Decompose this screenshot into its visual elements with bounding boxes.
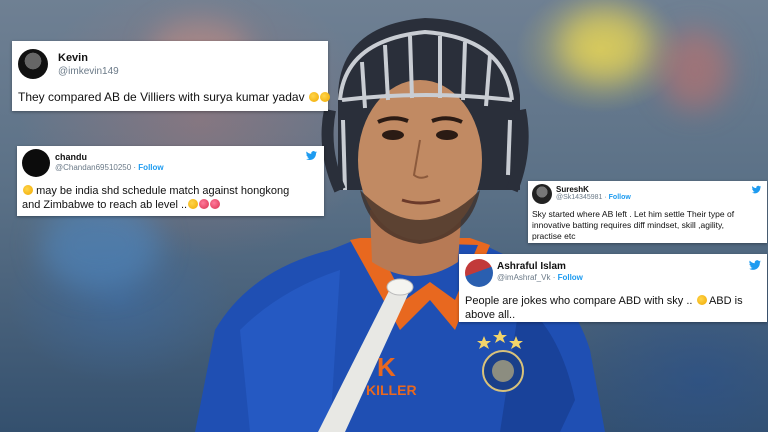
crying-emoji-icon xyxy=(210,199,221,209)
tweet-author-name[interactable]: Ashraful Islam xyxy=(497,261,566,272)
laughing-emoji-icon xyxy=(23,185,33,195)
avatar[interactable] xyxy=(22,149,50,177)
tweet-card-ashraful: Ashraful Islam @imAshraf_Vk · Follow Peo… xyxy=(459,254,767,322)
twitter-bird-icon[interactable] xyxy=(305,149,318,162)
tweet-author-name[interactable]: Kevin xyxy=(58,52,88,64)
tweet-author-handle: @imAshraf_Vk · Follow xyxy=(497,273,583,282)
tweet-text-line: innovative batting requires diff mindset… xyxy=(532,220,724,230)
tweet-text-line: above all.. xyxy=(465,309,516,321)
tweet-card-kevin: Kevin @imkevin149 They compared AB de Vi… xyxy=(12,41,330,111)
tweet-card-chandu: chandu @Chandan69510250 · Follow may be … xyxy=(17,146,324,216)
tweet-author-handle[interactable]: @imkevin149 xyxy=(58,66,119,77)
sponsor-mark: K xyxy=(377,352,396,382)
tweet-text: They compared AB de Villiers with surya … xyxy=(18,90,330,104)
tweet-text-content: People are jokes who compare ABD with sk… xyxy=(465,295,693,307)
avatar[interactable] xyxy=(18,49,48,79)
twitter-bird-icon[interactable] xyxy=(748,258,762,272)
tweet-text-line: Sky started where AB left . Let him sett… xyxy=(532,209,735,219)
tweet-text-line: practise etc xyxy=(532,231,576,241)
tweet-text: Sky started where AB left . Let him sett… xyxy=(532,209,734,242)
laughing-emoji-icon xyxy=(308,92,319,102)
laughing-emoji-icon xyxy=(696,295,707,305)
crying-emoji-icon xyxy=(199,199,210,209)
laughing-emoji-icon xyxy=(319,92,330,102)
handle-text[interactable]: @Chandan69510250 xyxy=(55,163,131,172)
follow-link[interactable]: Follow xyxy=(558,273,583,282)
avatar[interactable] xyxy=(465,259,493,287)
tweet-card-sureshk: SureshK @Sk14345981 · Follow Sky started… xyxy=(528,181,767,243)
follow-link[interactable]: Follow xyxy=(138,163,163,172)
tweet-text: may be india shd schedule match against … xyxy=(22,184,289,212)
tweet-author-handle: @Sk14345981 · Follow xyxy=(556,194,631,201)
tweet-author-handle: @Chandan69510250 · Follow xyxy=(55,163,164,172)
tweet-text-line: People are jokes who compare ABD with sk… xyxy=(465,294,743,308)
tweet-text-content: and Zimbabwe to reach ab level .. xyxy=(22,199,188,211)
tweet-text: People are jokes who compare ABD with sk… xyxy=(465,294,743,322)
tweet-author-name[interactable]: SureshK xyxy=(556,185,589,194)
screenshot: K KILLER Kevin @imkevin149 They compared… xyxy=(0,0,768,432)
handle-text[interactable]: @Sk14345981 xyxy=(556,194,602,201)
avatar[interactable] xyxy=(532,184,552,204)
sponsor-word: KILLER xyxy=(366,382,417,398)
tweet-text-content: may be india shd schedule match against … xyxy=(36,185,290,197)
tweet-text-line: may be india shd schedule match against … xyxy=(22,184,289,198)
tweet-author-name[interactable]: chandu xyxy=(55,152,87,162)
laughing-emoji-icon xyxy=(188,199,199,209)
tweet-text-content: ABD is xyxy=(708,295,743,307)
follow-link[interactable]: Follow xyxy=(609,194,631,201)
tweet-text-line: and Zimbabwe to reach ab level .. xyxy=(22,198,289,212)
twitter-bird-icon[interactable] xyxy=(751,184,762,195)
tweet-text-content: They compared AB de Villiers with surya … xyxy=(18,90,305,104)
handle-text[interactable]: @imAshraf_Vk xyxy=(497,273,550,282)
